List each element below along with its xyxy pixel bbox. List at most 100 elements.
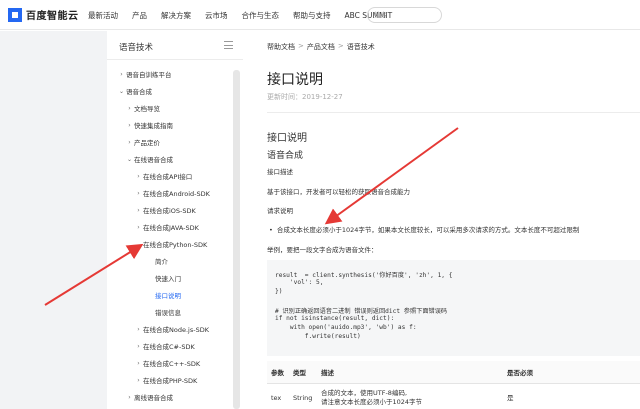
sidebar-item-label: 语音合成: [126, 88, 152, 96]
search-input[interactable]: 搜索: [367, 7, 442, 23]
sidebar-item-label: 错误信息: [155, 309, 181, 317]
sidebar-item-online-tts[interactable]: ⌄ 在线语音合成: [125, 154, 173, 165]
sidebar-item-tts[interactable]: ⌄ 语音合成: [117, 86, 152, 97]
nav-item-marketplace[interactable]: 云市场: [205, 10, 228, 21]
col-header-desc: 描述: [317, 361, 503, 384]
nav-item-help[interactable]: 帮助与支持: [293, 10, 331, 21]
sidebar-item-csharp-sdk[interactable]: › 在线合成C#-SDK: [134, 341, 195, 352]
sidebar-item-offline-tts[interactable]: › 离线语音合成: [125, 392, 173, 403]
nav-item-products[interactable]: 产品: [132, 10, 147, 21]
nav-item-ecosystem[interactable]: 合作与生态: [242, 10, 280, 21]
subsection-heading: 语音合成: [267, 151, 304, 161]
sidebar-item-label: 在线合成C#-SDK: [143, 343, 195, 351]
cell-desc: 合成的文本，使用UTF-8编码, 请注意文本长度必须小于1024字节: [317, 383, 503, 409]
cell-required: 是: [503, 383, 640, 409]
sidebar-item-label: 离线语音合成: [134, 394, 173, 402]
code-line: if not isinstance(result, dict):: [275, 315, 395, 322]
chevron-right-icon: ›: [137, 325, 140, 333]
sidebar-item-api[interactable]: › 在线合成API接口: [134, 171, 193, 182]
example-text: 举例，要把一段文字合成为语音文件：: [267, 246, 378, 254]
sidebar-scrollbar[interactable]: [233, 70, 240, 409]
sidebar-item-quick-integration[interactable]: › 快速集成指南: [125, 120, 173, 131]
sidebar-item-android-sdk[interactable]: › 在线合成Android-SDK: [134, 188, 210, 199]
breadcrumb-separator: >: [337, 42, 344, 50]
chevron-down-icon: ⌄: [118, 87, 125, 95]
code-block: result = client.synthesis('你好百度', 'zh', …: [267, 260, 640, 356]
nav-item-latest[interactable]: 最新活动: [88, 10, 118, 21]
chevron-right-icon: ›: [128, 104, 131, 112]
page-title: 接口说明: [267, 72, 323, 88]
code-line: 'vol': 5,: [275, 279, 324, 286]
desc-text: 基于该接口，开发者可以轻松的获取语音合成能力: [267, 188, 410, 196]
table-header-row: 参数 类型 描述 是否必须: [267, 361, 640, 384]
col-header-required: 是否必须: [503, 361, 640, 384]
sidebar-item-quickstart[interactable]: 快速入门: [155, 273, 181, 283]
code-line: f.write(result): [275, 333, 361, 340]
chevron-right-icon: ›: [120, 70, 123, 78]
chevron-right-icon: ›: [137, 223, 140, 231]
sidebar-item-label: 在线合成Python-SDK: [143, 241, 208, 249]
sidebar-item-label: 在线合成iOS-SDK: [143, 207, 196, 215]
sidebar-item-label: 快速入门: [155, 275, 181, 283]
chevron-down-icon: ⌄: [126, 155, 133, 163]
breadcrumb-product-docs[interactable]: 产品文档: [307, 42, 335, 52]
sidebar-item-label: 在线合成C++-SDK: [143, 360, 201, 368]
breadcrumb: 帮助文档 > 产品文档 > 语音技术: [267, 42, 375, 52]
updated-time: 更新时间：2019-12-27: [267, 93, 343, 101]
divider: [267, 112, 640, 113]
menu-icon[interactable]: [224, 41, 233, 49]
sidebar-item-label: 语音自训练平台: [126, 71, 172, 79]
chevron-right-icon: ›: [137, 206, 140, 214]
sidebar-divider: [107, 59, 243, 60]
request-bullet: 合成文本长度必须小于1024字节，如果本文长度较长，可以采用多次请求的方式。文本…: [269, 224, 580, 234]
chevron-right-icon: ›: [128, 138, 131, 146]
brand-logo[interactable]: 百度智能云: [8, 7, 79, 22]
code-line: # 识别正确返回语音二进制 错误则返回dict 参照下面错误码: [275, 308, 448, 315]
sidebar-title: 语音技术: [119, 43, 154, 53]
chevron-right-icon: ›: [137, 189, 140, 197]
sidebar-item-doc-guide[interactable]: › 文档导览: [125, 103, 160, 114]
sidebar-item-interface-desc[interactable]: 接口说明: [155, 290, 181, 300]
cell-desc-line: 请注意文本长度必须小于1024字节: [321, 398, 423, 406]
sidebar-item-cpp-sdk[interactable]: › 在线合成C++-SDK: [134, 358, 201, 369]
sidebar-item-label: 在线合成Android-SDK: [143, 190, 210, 198]
col-header-type: 类型: [289, 361, 317, 384]
code-line: result = client.synthesis('你好百度', 'zh', …: [275, 272, 453, 279]
sidebar-item-label: 快速集成指南: [134, 122, 173, 130]
table-row: tex String 合成的文本，使用UTF-8编码, 请注意文本长度必须小于1…: [267, 383, 640, 409]
cell-type: String: [289, 383, 317, 409]
breadcrumb-voice-tech[interactable]: 语音技术: [347, 42, 375, 52]
logo-icon: [8, 7, 22, 22]
breadcrumb-help-docs[interactable]: 帮助文档: [267, 42, 295, 52]
logo-text: 百度智能云: [26, 11, 79, 22]
sidebar-item-java-sdk[interactable]: › 在线合成JAVA-SDK: [134, 222, 199, 233]
code-line: }): [275, 288, 283, 295]
sidebar-item-php-sdk[interactable]: › 在线合成PHP-SDK: [134, 375, 198, 386]
cell-desc-line: 合成的文本，使用UTF-8编码,: [321, 389, 408, 397]
breadcrumb-separator: >: [298, 42, 304, 50]
sidebar-item-ios-sdk[interactable]: › 在线合成iOS-SDK: [134, 205, 196, 216]
sidebar-item-label: 在线语音合成: [134, 156, 173, 164]
main-nav: 最新活动 产品 解决方案 云市场 合作与生态 帮助与支持 ABC SUMMIT: [88, 0, 406, 30]
chevron-down-icon: ⌄: [135, 240, 142, 248]
top-navbar: 百度智能云 最新活动 产品 解决方案 云市场 合作与生态 帮助与支持 ABC S…: [0, 0, 640, 30]
sidebar-item-pricing[interactable]: › 产品定价: [125, 137, 160, 148]
sidebar-item-label: 在线合成PHP-SDK: [143, 377, 198, 385]
sidebar-item-nodejs-sdk[interactable]: › 在线合成Node.js-SDK: [134, 324, 209, 335]
section-heading: 接口说明: [267, 133, 307, 144]
chevron-right-icon: ›: [137, 376, 140, 384]
sidebar-item-voice-training[interactable]: › 语音自训练平台: [117, 69, 172, 80]
sidebar-item-label: 在线合成JAVA-SDK: [143, 224, 199, 232]
sidebar-item-python-sdk[interactable]: ⌄ 在线合成Python-SDK: [134, 239, 208, 250]
sidebar-item-intro[interactable]: 简介: [155, 256, 168, 266]
chevron-right-icon: ›: [137, 342, 140, 350]
sidebar-item-label: 文档导览: [134, 105, 160, 113]
nav-item-solutions[interactable]: 解决方案: [161, 10, 191, 21]
desc-label: 接口描述: [267, 168, 293, 176]
sidebar-item-label: 在线合成API接口: [143, 173, 193, 181]
main-content: 帮助文档 > 产品文档 > 语音技术 接口说明 更新时间：2019-12-27 …: [255, 31, 640, 409]
request-label: 请求说明: [267, 207, 293, 215]
docs-sidebar: 语音技术 › 语音自训练平台 ⌄ 语音合成 › 文档导览 › 快速集成指南 › …: [107, 31, 243, 409]
sidebar-item-error-info[interactable]: 错误信息: [155, 307, 181, 317]
